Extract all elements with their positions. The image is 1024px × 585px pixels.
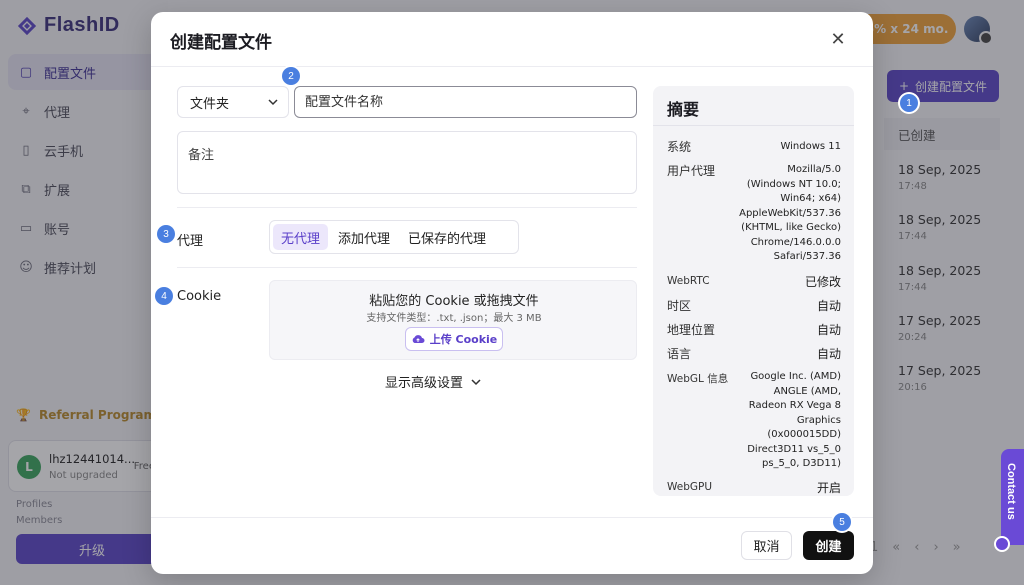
divider <box>151 517 873 518</box>
chevron-down-icon <box>268 99 278 106</box>
summary-value: 自动 <box>816 347 841 361</box>
folder-select-label: 文件夹 <box>190 96 230 112</box>
cookie-label: Cookie <box>177 289 222 304</box>
divider <box>653 125 854 126</box>
summary-key: 用户代理 <box>667 164 716 178</box>
chevron-down-icon <box>471 378 481 385</box>
summary-value: 开启 <box>816 481 841 495</box>
tab-saved-proxy[interactable]: 已保存的代理 <box>400 224 494 250</box>
cancel-button[interactable]: 取消 <box>741 531 792 560</box>
summary-key: 系统 <box>667 140 692 154</box>
summary-key: WebRTC <box>667 275 710 287</box>
summary-value: 已修改 <box>804 275 841 289</box>
annotation-marker: 5 <box>833 513 851 531</box>
create-button[interactable]: 创建 <box>803 531 854 560</box>
summary-value: Windows 11 <box>780 141 841 152</box>
divider <box>151 66 873 67</box>
annotation-marker: 4 <box>155 287 173 305</box>
folder-select[interactable]: 文件夹 <box>177 86 289 118</box>
advanced-settings-label: 显示高级设置 <box>385 376 464 391</box>
annotation-marker: 2 <box>282 67 300 85</box>
divider <box>177 267 637 268</box>
profile-name-input[interactable] <box>294 86 637 118</box>
notes-field[interactable] <box>177 131 637 194</box>
summary-key: 时区 <box>667 299 692 313</box>
summary-key: 地理位置 <box>667 323 716 337</box>
create-profile-dialog: 创建配置文件 ✕ 文件夹 代理 无代理 添加代理 已保存的代理 Cookie 粘… <box>151 12 873 574</box>
close-icon[interactable]: ✕ <box>827 28 849 50</box>
annotation-marker: 1 <box>900 94 918 112</box>
divider <box>177 207 637 208</box>
tab-add-proxy[interactable]: 添加代理 <box>330 224 398 250</box>
contact-us-tab[interactable]: Contact us <box>1001 449 1024 545</box>
show-advanced-settings[interactable]: 显示高级设置 <box>385 372 481 391</box>
cloud-upload-icon <box>412 335 425 343</box>
proxy-mode-tabs: 无代理 添加代理 已保存的代理 <box>269 220 519 254</box>
dialog-title: 创建配置文件 <box>170 33 272 53</box>
cookie-dropzone-hint: 支持文件类型：.txt, .json；最大 3 MB <box>366 313 542 324</box>
cookie-dropzone-title: 粘贴您的 Cookie 或拖拽文件 <box>369 294 539 309</box>
upload-cookie-label: 上传 Cookie <box>429 333 498 346</box>
summary-key: 语言 <box>667 347 692 361</box>
annotation-marker: 3 <box>157 225 175 243</box>
summary-key: WebGPU <box>667 481 713 493</box>
summary-value: Google Inc. (AMD) ANGLE (AMD, Radeon RX … <box>747 371 841 469</box>
summary-key: WebGL 信息 <box>667 373 729 385</box>
summary-value: 自动 <box>816 323 841 337</box>
tab-no-proxy[interactable]: 无代理 <box>273 224 329 250</box>
upload-cookie-button[interactable]: 上传 Cookie <box>405 327 503 351</box>
summary-value: Mozilla/5.0 (Windows NT 10.0; Win64; x64… <box>739 164 841 262</box>
summary-title: 摘要 <box>667 100 700 119</box>
contact-us-label: Contact us <box>1005 463 1017 520</box>
summary-panel: 摘要 系统 Windows 11 用户代理 Mozilla/5.0 (Windo… <box>653 86 854 496</box>
summary-value: 自动 <box>816 299 841 313</box>
proxy-label: 代理 <box>177 234 204 249</box>
chat-icon[interactable] <box>994 536 1010 552</box>
cookie-dropzone[interactable]: 粘贴您的 Cookie 或拖拽文件 支持文件类型：.txt, .json；最大 … <box>269 280 637 360</box>
